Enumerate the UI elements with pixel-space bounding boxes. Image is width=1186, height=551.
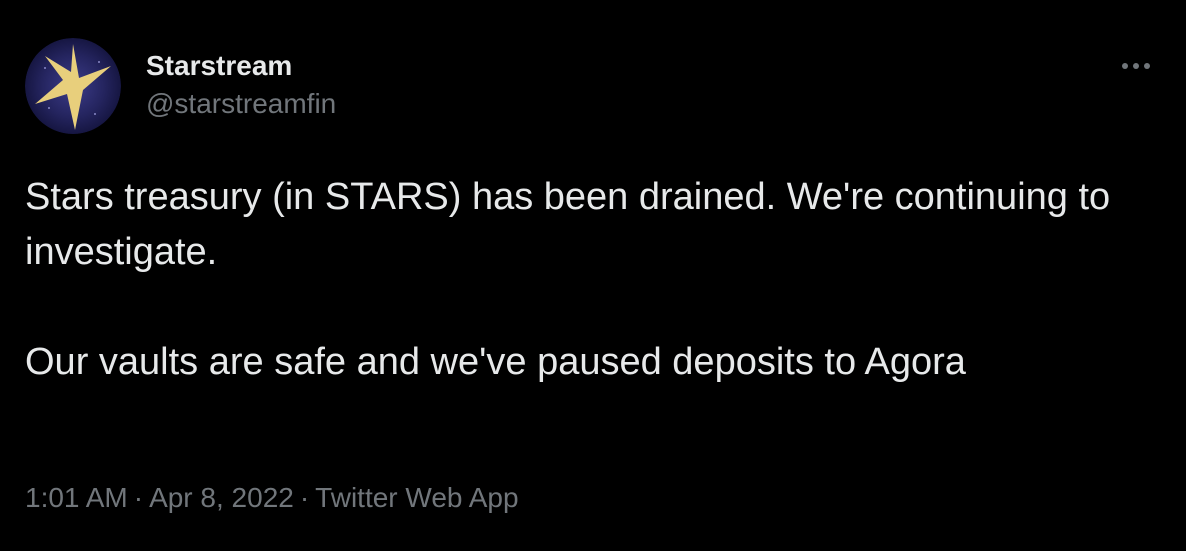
tweet-text: Stars treasury (in STARS) has been drain… (25, 170, 1145, 390)
more-horizontal-icon (1122, 63, 1150, 69)
tweet-meta: 1:01 AM · Apr 8, 2022 · Twitter Web App (25, 480, 519, 516)
user-handle[interactable]: @starstreamfin (146, 86, 336, 122)
separator: · (299, 482, 310, 513)
tweet-date[interactable]: Apr 8, 2022 (149, 482, 294, 513)
tweet-paragraph: Stars treasury (in STARS) has been drain… (25, 176, 1111, 273)
star-logo-icon (25, 38, 121, 134)
author-block: Starstream @starstreamfin (146, 48, 336, 122)
tweet-time[interactable]: 1:01 AM (25, 482, 128, 513)
tweet-card: Starstream @starstreamfin Stars treasury… (0, 0, 1186, 551)
more-options-button[interactable] (1116, 48, 1156, 84)
tweet-paragraph: Our vaults are safe and we've paused dep… (25, 341, 966, 383)
tweet-source[interactable]: Twitter Web App (315, 482, 518, 513)
display-name[interactable]: Starstream (146, 48, 336, 84)
separator: · (133, 482, 144, 513)
avatar[interactable] (25, 38, 121, 134)
